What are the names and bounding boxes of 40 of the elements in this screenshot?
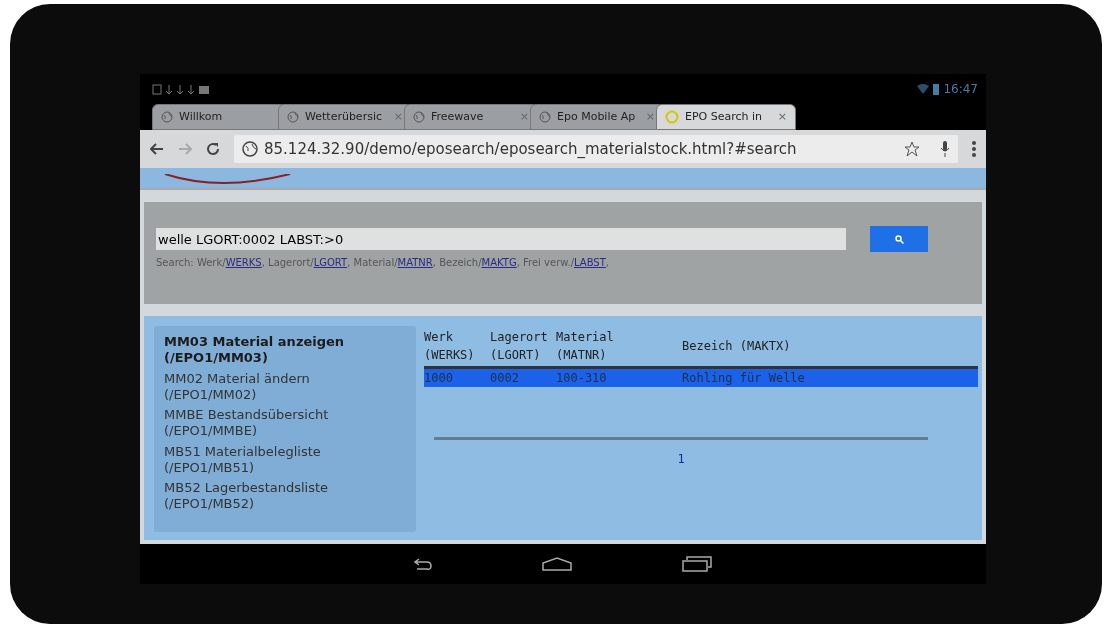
microphone-icon[interactable] <box>940 141 950 157</box>
clock: 16:47 <box>943 81 978 98</box>
back-icon[interactable] <box>150 143 164 155</box>
reload-icon[interactable] <box>206 142 220 156</box>
star-icon[interactable] <box>904 141 920 157</box>
browser-tab[interactable]: EPO Search in × <box>656 104 796 130</box>
menu-item[interactable]: MM02 Material ändern (/EPO1/MM02) <box>164 370 406 403</box>
recent-apps-icon[interactable] <box>682 556 712 572</box>
column-header: Lagerort (LGORT) <box>490 329 549 364</box>
field-link[interactable]: WERKS <box>225 257 262 268</box>
wifi-icon <box>917 84 930 94</box>
column-header: Werk (WERKS) <box>424 329 476 364</box>
home-icon[interactable] <box>542 557 572 571</box>
search-hint: Search: Werk/WERKS, Lagerort/LGORT, Material/MATNR, Bezeich/MAKTG, Frei verw./LABST, <box>156 256 611 270</box>
battery-icon <box>933 83 940 95</box>
close-icon[interactable]: × <box>777 108 787 126</box>
globe-icon <box>242 141 258 157</box>
globe-icon <box>161 111 173 123</box>
field-link[interactable]: LABST <box>574 257 606 268</box>
menu-icon[interactable] <box>972 141 976 157</box>
globe-icon <box>413 111 425 123</box>
search-button[interactable] <box>870 226 928 252</box>
menu-item[interactable]: MMBE Bestandsübersicht (/EPO1/MMBE) <box>164 407 406 440</box>
notification-icons <box>152 84 212 95</box>
menu-item[interactable]: MM03 Material anzeigen (/EPO1/MM03) <box>164 334 406 367</box>
menu-item[interactable]: MB52 Lagerbestandsliste (/EPO1/MB52) <box>164 480 406 513</box>
address-bar[interactable]: 85.124.32.90/demo/eposearch/eposearch_materialstock.html?#search <box>234 135 958 163</box>
field-link[interactable]: LGORT <box>313 257 348 268</box>
search-icon <box>894 234 904 244</box>
globe-icon <box>287 111 299 123</box>
column-header: Material (MATNR) <box>556 329 615 364</box>
back-icon[interactable] <box>414 558 432 570</box>
field-link[interactable]: MAKTG <box>481 257 517 268</box>
globe-icon <box>539 111 551 123</box>
page-link[interactable]: 1 <box>677 452 685 466</box>
loading-icon <box>665 110 679 124</box>
search-field[interactable]: welle LGORT:0002 LABST:>0 <box>156 228 846 250</box>
field-link[interactable]: MATNR <box>397 257 433 268</box>
menu-item[interactable]: MB51 Materialbelegliste (/EPO1/MB51) <box>164 443 406 476</box>
column-header: Bezeich (MAKTX) <box>682 338 792 355</box>
